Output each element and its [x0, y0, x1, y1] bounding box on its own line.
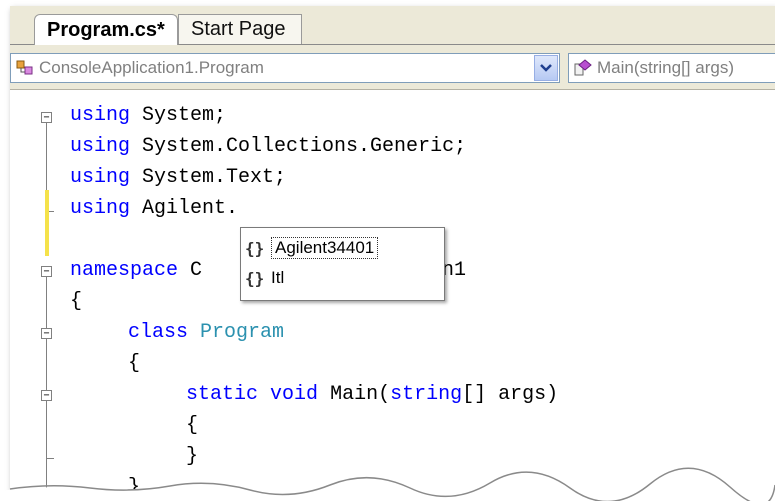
code-line-class: class Program	[128, 321, 285, 344]
code-editor[interactable]: − − − − using System; using System.Colle…	[10, 90, 775, 501]
intellisense-popup: {} Agilent34401 {} Itl	[240, 227, 445, 301]
type-dropdown[interactable]: ConsoleApplication1.Program	[10, 53, 560, 83]
intellisense-item-label: Itl	[271, 268, 285, 287]
torn-page-edge	[0, 467, 775, 501]
tab-start-page[interactable]: Start Page	[178, 14, 302, 44]
code-line-2: using System.Collections.Generic;	[70, 135, 467, 158]
class-icon	[15, 58, 35, 78]
collapse-toggle[interactable]: −	[41, 112, 52, 123]
namespace-icon: {}	[245, 268, 265, 288]
code-line-main: static void Main(string[] args)	[186, 383, 559, 406]
code-line-brace: {	[186, 414, 199, 437]
method-icon	[573, 58, 593, 78]
collapse-toggle[interactable]: −	[41, 266, 52, 277]
member-dropdown[interactable]: Main(string[] args)	[568, 53, 775, 83]
intellisense-item[interactable]: {} Agilent34401	[245, 234, 437, 262]
document-tab-strip: Program.cs* Start Page	[10, 6, 775, 45]
editor-window: Program.cs* Start Page ConsoleApplicatio…	[10, 6, 775, 501]
navigation-bar: ConsoleApplication1.Program Main(string[…	[10, 45, 775, 90]
tab-program-cs[interactable]: Program.cs*	[34, 14, 178, 45]
code-line-brace: {	[128, 352, 141, 375]
code-line-1: using System;	[70, 104, 227, 127]
code-line-4: using Agilent.	[70, 197, 239, 220]
code-line-3: using System.Text;	[70, 166, 287, 189]
tab-label: Start Page	[191, 18, 286, 40]
changed-line-marker	[45, 190, 49, 256]
code-line-brace: {	[70, 290, 83, 313]
type-dropdown-value: ConsoleApplication1.Program	[39, 58, 264, 77]
namespace-icon: {}	[245, 238, 265, 258]
intellisense-item-label: Agilent34401	[271, 237, 379, 259]
intellisense-item[interactable]: {} Itl	[245, 264, 437, 292]
collapse-toggle[interactable]: −	[41, 390, 52, 401]
chevron-down-icon[interactable]	[534, 55, 558, 81]
collapse-toggle[interactable]: −	[41, 328, 52, 339]
tab-label: Program.cs*	[47, 18, 165, 41]
member-dropdown-value: Main(string[] args)	[597, 58, 734, 77]
